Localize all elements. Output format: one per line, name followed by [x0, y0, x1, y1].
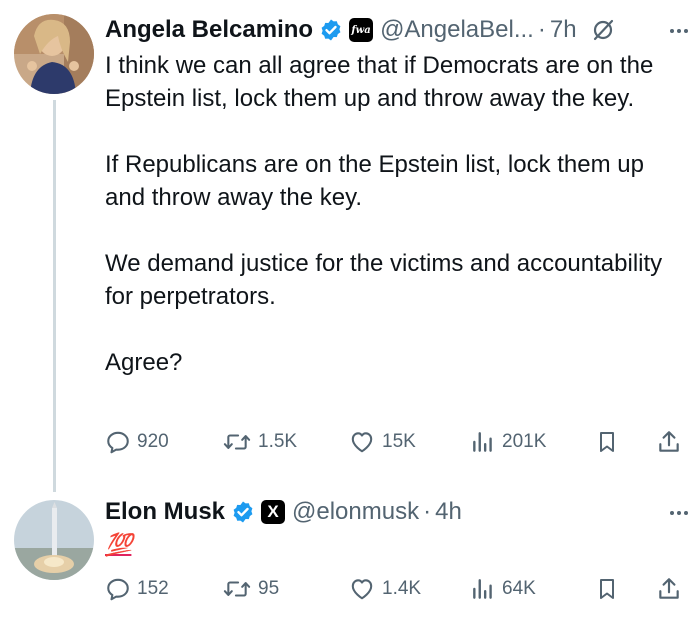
affiliation-badge-text: X	[267, 502, 279, 521]
hundred-points-emoji: 💯	[105, 528, 690, 562]
author-handle[interactable]: @AngelaBel...	[380, 16, 534, 44]
views-icon	[470, 576, 496, 602]
views-icon	[470, 429, 496, 455]
share-button[interactable]	[656, 574, 682, 604]
reply-icon	[105, 576, 131, 602]
affiliation-badge[interactable]: fwa	[349, 18, 374, 42]
bookmark-icon	[595, 429, 619, 455]
author-name[interactable]: Angela Belcamino	[105, 16, 313, 44]
grok-icon[interactable]	[591, 18, 615, 42]
bookmark-button[interactable]	[595, 427, 619, 457]
affiliation-badge-text: fwa	[351, 24, 371, 36]
share-button[interactable]	[656, 427, 682, 457]
tweet-header: Elon Musk X @elonmusk · 4h	[105, 496, 462, 528]
separator-dot: ·	[537, 16, 546, 43]
share-icon	[656, 429, 682, 455]
reply-button[interactable]: 152	[105, 574, 169, 604]
tweet-paragraph: I think we can all agree that if Democra…	[105, 52, 654, 112]
author-name[interactable]: Elon Musk	[105, 498, 225, 526]
avatar[interactable]	[14, 14, 94, 94]
reply-count: 152	[137, 578, 169, 599]
tweet-elon[interactable]: Elon Musk X @elonmusk · 4h 💯 152 95 1.4K…	[0, 490, 700, 619]
views-count: 64K	[502, 578, 536, 599]
repost-button[interactable]: 95	[222, 574, 279, 604]
tweet-actions: 152 95 1.4K 64K	[105, 574, 686, 604]
verified-badge-icon[interactable]	[319, 18, 343, 42]
more-icon[interactable]	[670, 29, 688, 33]
repost-icon	[222, 576, 252, 602]
bookmark-icon	[595, 576, 619, 602]
reply-count: 920	[137, 431, 169, 452]
tweet-time[interactable]: 4h	[435, 498, 462, 526]
tweet-header: Angela Belcamino fwa @AngelaBel... · 7h	[105, 14, 615, 46]
avatar[interactable]	[14, 500, 94, 580]
like-button[interactable]: 1.4K	[348, 574, 421, 604]
verified-badge-icon[interactable]	[231, 500, 255, 524]
tweet-body: 💯	[105, 528, 690, 562]
like-count: 15K	[382, 431, 416, 452]
reply-icon	[105, 429, 131, 455]
like-icon	[348, 429, 376, 455]
repost-count: 95	[258, 578, 280, 599]
separator-dot: ·	[423, 498, 432, 525]
share-icon	[656, 576, 682, 602]
tweet-paragraph: Agree?	[105, 349, 183, 376]
bookmark-button[interactable]	[595, 574, 619, 604]
like-icon	[348, 576, 376, 602]
repost-icon	[222, 429, 252, 455]
tweet-angela[interactable]: Angela Belcamino fwa @AngelaBel... · 7h …	[0, 0, 700, 470]
more-icon[interactable]	[670, 511, 688, 515]
hundred-points-emoji-text: 💯	[105, 533, 132, 558]
like-count: 1.4K	[382, 578, 422, 599]
views-button[interactable]: 64K	[470, 574, 536, 604]
tweet-paragraph: If Republicans are on the Epstein list, …	[105, 151, 644, 211]
tweet-actions: 920 1.5K 15K 201K	[105, 427, 686, 457]
repost-count: 1.5K	[258, 431, 298, 452]
like-button[interactable]: 15K	[348, 427, 416, 457]
tweet-body: I think we can all agree that if Democra…	[105, 49, 690, 379]
affiliation-badge[interactable]: X	[261, 500, 286, 524]
repost-button[interactable]: 1.5K	[222, 427, 297, 457]
tweet-time[interactable]: 7h	[550, 16, 577, 44]
views-button[interactable]: 201K	[470, 427, 546, 457]
reply-button[interactable]: 920	[105, 427, 169, 457]
tweet-paragraph: We demand justice for the victims and ac…	[105, 250, 663, 310]
views-count: 201K	[502, 431, 547, 452]
author-handle[interactable]: @elonmusk	[292, 498, 419, 526]
